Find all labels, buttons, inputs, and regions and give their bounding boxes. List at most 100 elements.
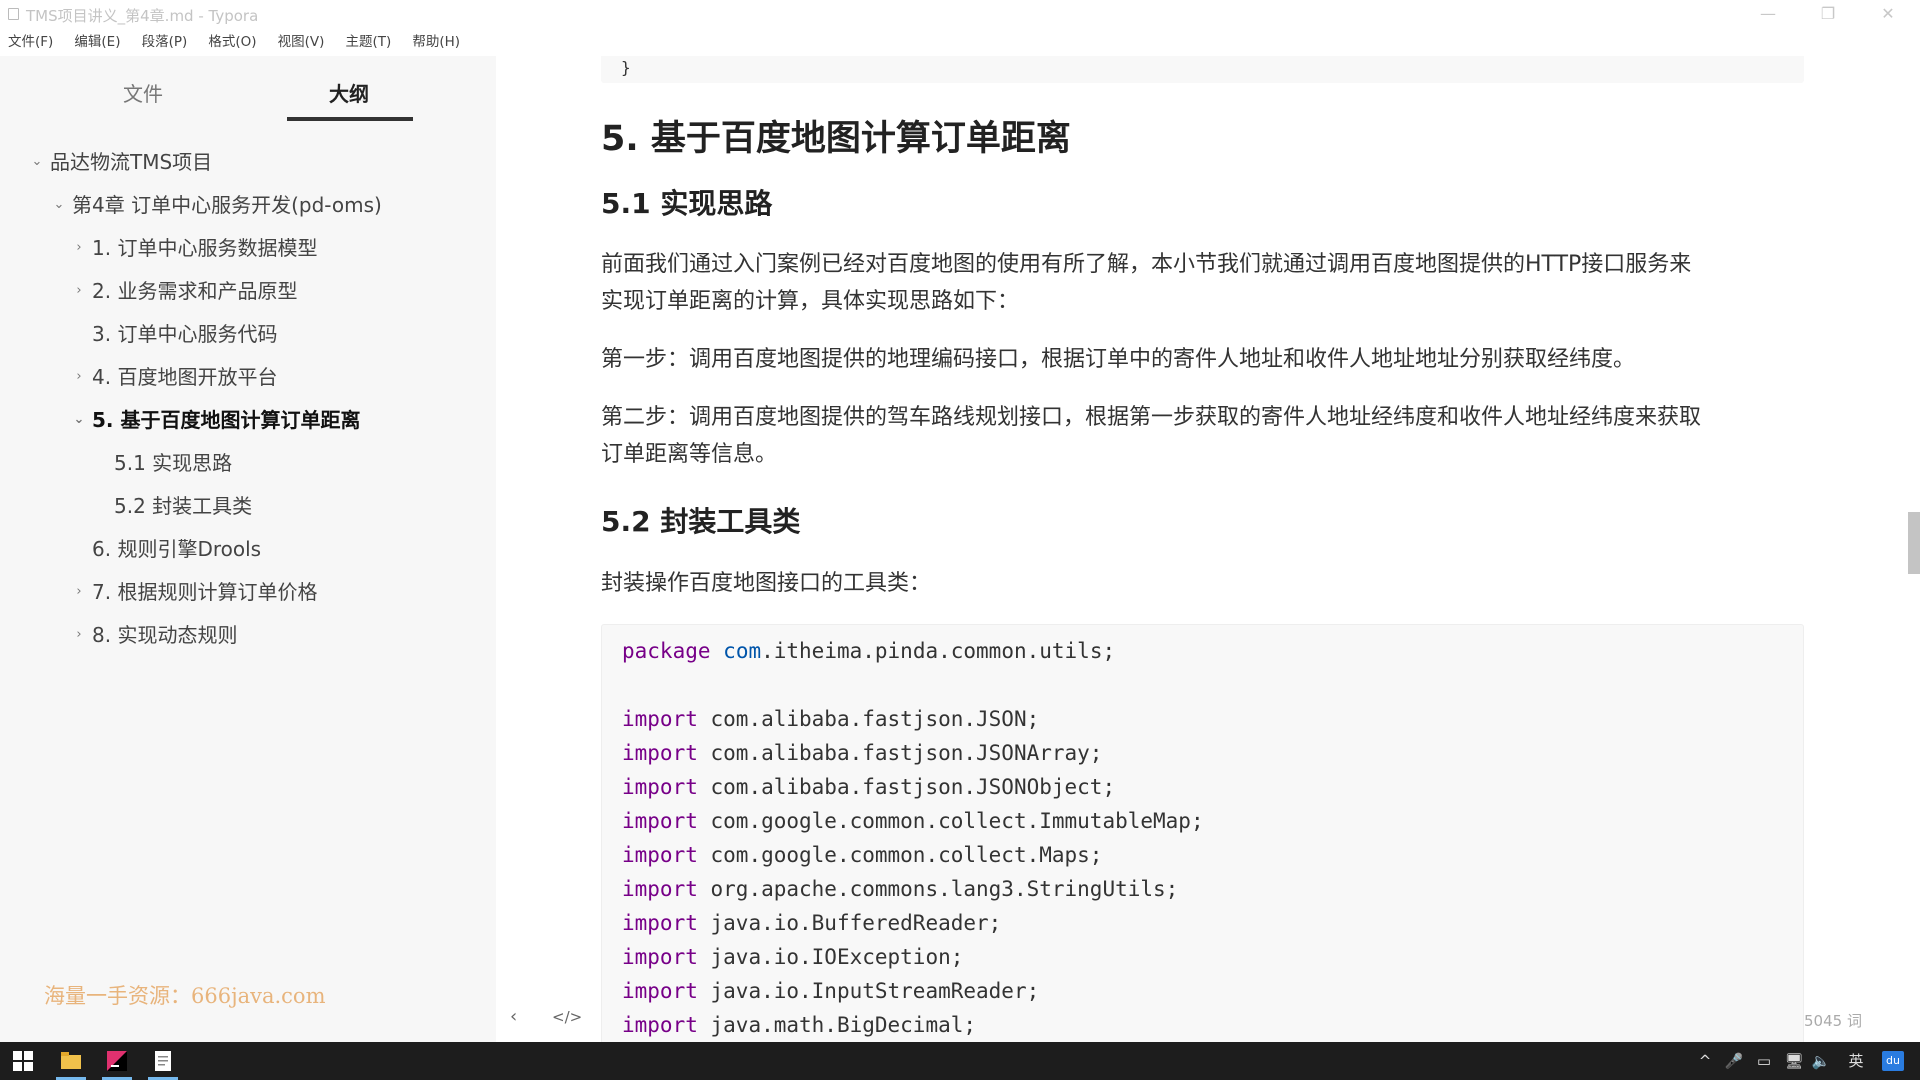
- code-line-package: package com.itheima.pinda.common.utils;: [622, 639, 1115, 663]
- outline-label: 6. 规则引擎Drools: [92, 537, 262, 561]
- file-explorer-icon[interactable]: [48, 1042, 94, 1080]
- code-line-import: import org.apache.commons.lang3.StringUt…: [622, 877, 1178, 901]
- import-path: org.apache.commons.lang3.StringUtils;: [710, 877, 1179, 901]
- outline-label: 5.1 实现思路: [114, 451, 233, 475]
- code-block-java[interactable]: package com.itheima.pinda.common.utils; …: [601, 624, 1804, 1042]
- keyword-import: import: [622, 809, 698, 833]
- code-closing-brace: }: [621, 58, 631, 77]
- volume-icon[interactable]: 🔈: [1810, 1042, 1832, 1080]
- keyword-import: import: [622, 707, 698, 731]
- menu-help[interactable]: 帮助(H): [412, 30, 460, 54]
- outline-label: 品达物流TMS项目: [50, 150, 213, 174]
- import-path: com.alibaba.fastjson.JSONObject;: [710, 775, 1116, 799]
- outline-label: 5. 基于百度地图计算订单距离: [92, 408, 361, 432]
- watermark-text: 海量一手资源：666java.com: [44, 984, 326, 1008]
- import-path: com.google.common.collect.ImmutableMap;: [710, 809, 1204, 833]
- tray-overflow-icon[interactable]: ^: [1694, 1042, 1716, 1080]
- menu-edit[interactable]: 编辑(E): [74, 30, 120, 54]
- heading-section5-2: 5.2 封装工具类: [601, 505, 801, 538]
- windows-start-icon[interactable]: [0, 1042, 46, 1080]
- import-path: com.google.common.collect.Maps;: [710, 843, 1103, 867]
- maximize-button[interactable]: ❐: [1808, 2, 1848, 26]
- keyword-package: package: [622, 639, 711, 663]
- import-path: com.alibaba.fastjson.JSONArray;: [710, 741, 1103, 765]
- outline-label: 8. 实现动态规则: [92, 623, 238, 647]
- battery-icon[interactable]: ▭: [1752, 1042, 1776, 1080]
- paragraph-step1: 第一步：调用百度地图提供的地理编码接口，根据订单中的寄件人地址和收件人地址地址分…: [601, 347, 1636, 372]
- close-button[interactable]: ✕: [1868, 2, 1908, 26]
- typora-icon[interactable]: [140, 1042, 186, 1080]
- paragraph-step2-line1: 第二步：调用百度地图提供的驾车路线规划接口，根据第一步获取的寄件人地址经纬度和收…: [601, 405, 1702, 430]
- menu-bar: 文件(F) 编辑(E) 段落(P) 格式(O) 视图(V) 主题(T) 帮助(H…: [0, 30, 1920, 54]
- outline-label: 3. 订单中心服务代码: [92, 322, 278, 346]
- chevron-right-icon[interactable]: ›: [72, 357, 86, 397]
- baidu-input-icon[interactable]: du: [1882, 1051, 1904, 1071]
- keyword-import: import: [622, 979, 698, 1003]
- code-line-import: import com.google.common.collect.Maps;: [622, 843, 1102, 867]
- outline-label: 1. 订单中心服务数据模型: [92, 236, 318, 260]
- paragraph-intro-line2: 实现订单距离的计算，具体实现思路如下：: [601, 289, 1020, 314]
- keyword-import: import: [622, 1013, 698, 1037]
- keyword-import: import: [622, 877, 698, 901]
- chevron-right-icon[interactable]: ›: [72, 615, 86, 655]
- tab-files[interactable]: 文件: [80, 78, 206, 107]
- menu-format[interactable]: 格式(O): [208, 30, 256, 54]
- code-line-import: import com.alibaba.fastjson.JSONObject;: [622, 775, 1115, 799]
- editor-content[interactable]: } 5. 基于百度地图计算订单距离 5.1 实现思路 前面我们通过入门案例已经对…: [601, 56, 1804, 1042]
- chevron-right-icon[interactable]: ›: [72, 271, 86, 311]
- import-path: java.io.BufferedReader;: [710, 911, 1002, 935]
- package-root: com: [723, 639, 762, 663]
- chevron-down-icon[interactable]: ⌄: [72, 400, 86, 440]
- outline-label: 2. 业务需求和产品原型: [92, 279, 298, 303]
- menu-theme[interactable]: 主题(T): [346, 30, 392, 54]
- code-line-import: import com.alibaba.fastjson.JSONArray;: [622, 741, 1102, 765]
- sidebar-bottom-tools: ‹ </>: [496, 1006, 606, 1036]
- intellij-idea-icon[interactable]: [94, 1042, 140, 1080]
- outline-label: 7. 根据规则计算订单价格: [92, 580, 318, 604]
- collapse-sidebar-icon[interactable]: ‹: [510, 1006, 517, 1027]
- outline-label: 第4章 订单中心服务开发(pd-oms): [72, 193, 382, 217]
- menu-file[interactable]: 文件(F): [8, 30, 53, 54]
- editor-scrollbar-thumb[interactable]: [1908, 512, 1920, 574]
- menu-view[interactable]: 视图(V): [278, 30, 325, 54]
- keyword-import: import: [622, 741, 698, 765]
- chevron-right-icon[interactable]: ›: [72, 572, 86, 612]
- windows-taskbar: ^ 🎤 ▭ 🖥 🔈 英 du: [0, 1042, 1920, 1080]
- code-line-import: import java.io.IOException;: [622, 945, 963, 969]
- source-code-mode-icon[interactable]: </>: [552, 1008, 582, 1026]
- heading-section5-1: 5.1 实现思路: [601, 187, 773, 220]
- package-path: .itheima.pinda.common.utils;: [761, 639, 1116, 663]
- minimize-button[interactable]: —: [1748, 2, 1788, 26]
- network-icon[interactable]: 🖥: [1782, 1042, 1806, 1080]
- heading-section5: 5. 基于百度地图计算订单距离: [601, 119, 1071, 159]
- keyword-import: import: [622, 911, 698, 935]
- input-language-indicator[interactable]: 英: [1842, 1042, 1870, 1080]
- outline-label: 4. 百度地图开放平台: [92, 365, 278, 389]
- import-path: java.io.InputStreamReader;: [710, 979, 1040, 1003]
- tab-outline[interactable]: 大纲: [286, 78, 412, 107]
- keyword-import: import: [622, 843, 698, 867]
- chevron-right-icon[interactable]: ›: [72, 228, 86, 268]
- chevron-down-icon[interactable]: ⌄: [52, 185, 66, 225]
- code-line-import: import com.alibaba.fastjson.JSON;: [622, 707, 1039, 731]
- menu-paragraph[interactable]: 段落(P): [142, 30, 188, 54]
- import-path: com.alibaba.fastjson.JSON;: [710, 707, 1040, 731]
- active-tab-indicator: [287, 117, 413, 121]
- chevron-down-icon[interactable]: ⌄: [30, 142, 44, 182]
- sidebar: 文件 大纲 ⌄ 品达物流TMS项目 ⌄ 第4章 订单中心服务开发(pd-oms)…: [0, 56, 496, 1042]
- code-line-import: import java.math.BigDecimal;: [622, 1013, 976, 1037]
- window-title: TMS项目讲义_第4章.md - Typora: [26, 7, 259, 25]
- microphone-icon[interactable]: 🎤: [1722, 1042, 1746, 1080]
- import-path: java.io.IOException;: [710, 945, 964, 969]
- keyword-import: import: [622, 945, 698, 969]
- outline-label: 5.2 封装工具类: [114, 494, 253, 518]
- code-line-import: import java.io.BufferedReader;: [622, 911, 1001, 935]
- word-count[interactable]: 5045 词: [1804, 1010, 1862, 1031]
- code-line-import: import com.google.common.collect.Immutab…: [622, 809, 1204, 833]
- code-line-import: import java.io.InputStreamReader;: [622, 979, 1039, 1003]
- keyword-import: import: [622, 775, 698, 799]
- title-bar: TMS项目讲义_第4章.md - Typora — ❐ ✕: [0, 0, 1920, 28]
- previous-code-block[interactable]: }: [601, 56, 1804, 83]
- paragraph-step2-line2: 订单距离等信息。: [601, 442, 778, 467]
- paragraph-intro-line1: 前面我们通过入门案例已经对百度地图的使用有所了解，本小节我们就通过调用百度地图提…: [601, 252, 1692, 277]
